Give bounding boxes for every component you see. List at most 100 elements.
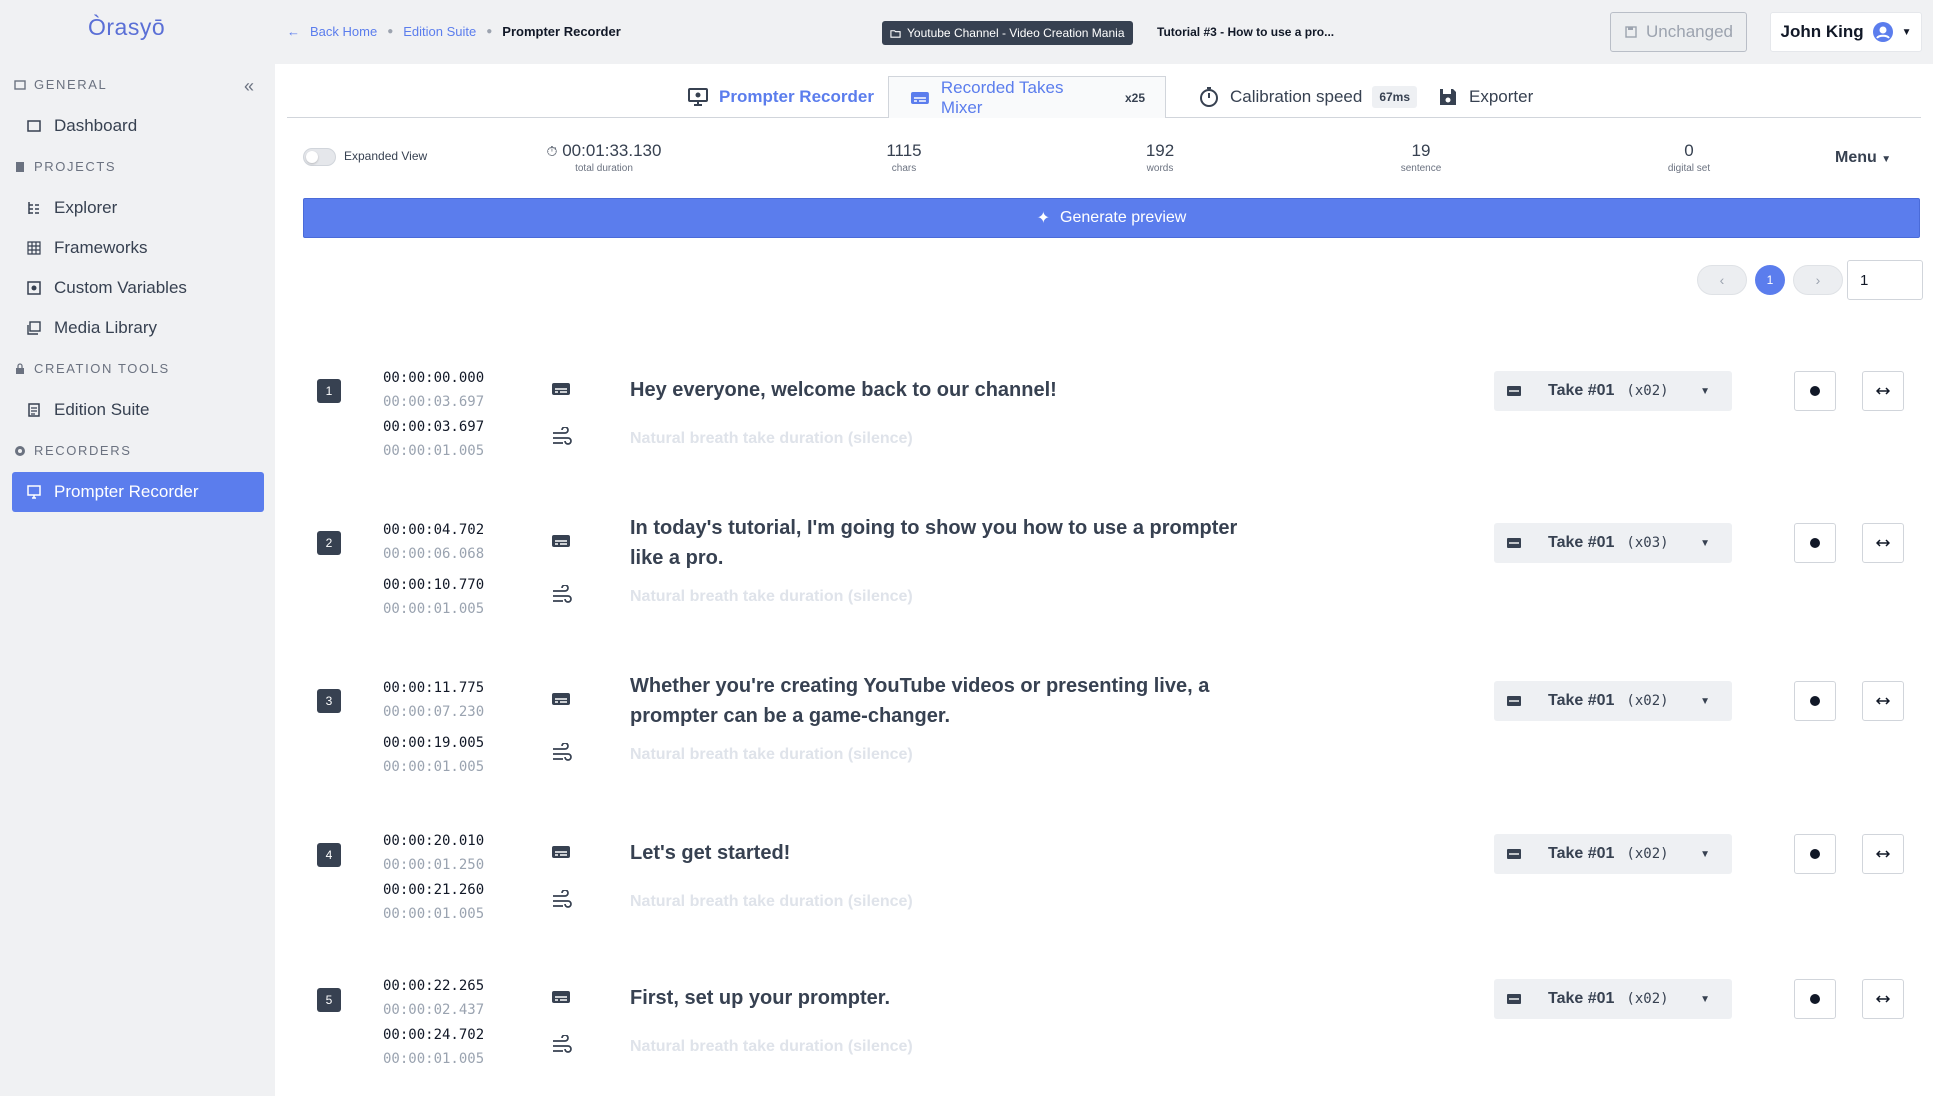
tab-recorded-takes-mixer[interactable]: Recorded Takes Mixer x25	[888, 76, 1166, 118]
take-select[interactable]: Take #01 (x02) ▼	[1494, 371, 1732, 411]
sidebar-item-explorer[interactable]: Explorer	[12, 188, 264, 228]
page-number-input[interactable]: 1	[1847, 260, 1923, 300]
takes-icon	[1507, 386, 1521, 396]
pause-duration-time: 00:00:01.005	[383, 443, 485, 459]
file-icon	[16, 161, 24, 172]
caret-down-icon: ▼	[1700, 537, 1710, 549]
grid-icon	[27, 241, 41, 255]
section-recorders: RECORDERS	[14, 443, 131, 458]
sidebar-item-custom-variables[interactable]: Custom Variables	[12, 268, 264, 308]
start-time: 00:00:22.265	[383, 978, 485, 994]
section-creation-tools: CREATION TOOLS	[14, 361, 170, 376]
breadcrumb-current: Prompter Recorder	[502, 24, 621, 39]
pagination-prev[interactable]: ‹	[1697, 265, 1747, 295]
pause-start-time: 00:00:24.702	[383, 1027, 485, 1043]
breadcrumb-back-arrow-icon[interactable]: ←	[287, 24, 300, 39]
record-button[interactable]	[1794, 979, 1836, 1019]
user-menu-button[interactable]: John King ▼	[1770, 12, 1922, 52]
sidebar-item-prompter-recorder[interactable]: Prompter Recorder	[12, 472, 264, 512]
take-select[interactable]: Take #01 (x02) ▼	[1494, 834, 1732, 874]
pause-start-time: 00:00:21.260	[383, 882, 485, 898]
pagination-current-page[interactable]: 1	[1755, 265, 1785, 295]
tab-exporter[interactable]: Exporter	[1417, 76, 1553, 118]
split-icon	[1876, 539, 1890, 547]
script-line[interactable]: Let's get started!	[630, 838, 1270, 868]
takes-icon	[1507, 538, 1521, 548]
window-icon	[14, 79, 26, 90]
script-line[interactable]: Hey everyone, welcome back to our channe…	[630, 375, 1270, 405]
breadcrumb-separator: ●	[387, 26, 394, 37]
tab-prompter-recorder[interactable]: Prompter Recorder	[667, 76, 894, 118]
wind-icon	[553, 427, 572, 445]
script-line[interactable]: Whether you're creating YouTube videos o…	[630, 671, 1270, 731]
pause-start-time: 00:00:03.697	[383, 419, 485, 435]
split-button[interactable]	[1862, 979, 1904, 1019]
take-select[interactable]: Take #01 (x02) ▼	[1494, 979, 1732, 1019]
takes-icon	[910, 91, 929, 104]
tab-bar: Prompter Recorder Recorded Takes Mixer x…	[287, 76, 1921, 118]
breadcrumb-edition-suite[interactable]: Edition Suite	[403, 24, 476, 39]
stopwatch-icon	[1200, 87, 1218, 107]
split-button[interactable]	[1862, 371, 1904, 411]
sidebar-item-edition-suite[interactable]: Edition Suite	[12, 390, 264, 430]
unchanged-button[interactable]: Unchanged	[1610, 12, 1747, 52]
record-button[interactable]	[1794, 834, 1836, 874]
silence-label: Natural breath take duration (silence)	[630, 893, 913, 910]
start-time: 00:00:20.010	[383, 833, 485, 849]
start-time: 00:00:04.702	[383, 522, 485, 538]
take-select[interactable]: Take #01 (x03) ▼	[1494, 523, 1732, 563]
record-dot-icon	[1810, 849, 1820, 859]
record-button[interactable]	[1794, 523, 1836, 563]
speech-icon	[552, 383, 570, 395]
breadcrumb: ← Back Home ● Edition Suite ● Prompter R…	[287, 24, 621, 39]
record-button[interactable]	[1794, 371, 1836, 411]
take-select[interactable]: Take #01 (x02) ▼	[1494, 681, 1732, 721]
pause-duration-time: 00:00:01.005	[383, 1051, 485, 1067]
takes-icon	[1507, 849, 1521, 859]
script-line[interactable]: First, set up your prompter.	[630, 983, 1270, 1013]
caret-down-icon: ▼	[1700, 385, 1710, 397]
script-line[interactable]: In today's tutorial, I'm going to show y…	[630, 513, 1270, 573]
collapse-sidebar-icon[interactable]: «	[244, 76, 254, 97]
pause-duration-time: 00:00:01.005	[383, 759, 485, 775]
tab-calibration-speed[interactable]: Calibration speed 67ms	[1178, 76, 1437, 118]
monitor-icon	[27, 485, 41, 499]
stat-chars: 1115 chars	[886, 141, 922, 174]
menu-dropdown[interactable]: Menu ▼	[1835, 149, 1891, 167]
generate-preview-button[interactable]: ✦ Generate preview	[303, 198, 1920, 238]
duration-time: 00:00:03.697	[383, 394, 485, 410]
row-number: 4	[317, 843, 341, 867]
split-icon	[1876, 387, 1890, 395]
speech-icon	[552, 535, 570, 547]
explorer-icon	[28, 202, 39, 214]
expanded-view-toggle[interactable]	[303, 148, 336, 166]
silence-label: Natural breath take duration (silence)	[630, 1038, 913, 1055]
duration-time: 00:00:06.068	[383, 546, 485, 562]
record-dot-icon	[1810, 994, 1820, 1004]
takes-icon	[1507, 696, 1521, 706]
speech-icon	[552, 693, 570, 705]
pause-duration-time: 00:00:01.005	[383, 906, 485, 922]
record-button[interactable]	[1794, 681, 1836, 721]
sidebar-item-media-library[interactable]: Media Library	[12, 308, 264, 348]
section-general: GENERAL	[14, 77, 107, 92]
channel-badge[interactable]: Youtube Channel - Video Creation Mania	[882, 21, 1133, 45]
save-icon	[1625, 26, 1637, 38]
take-row: 3 00:00:11.775 00:00:07.230 00:00:19.005…	[303, 671, 1923, 775]
split-button[interactable]	[1862, 523, 1904, 563]
start-time: 00:00:11.775	[383, 680, 485, 696]
split-icon	[1876, 850, 1890, 858]
sidebar-item-frameworks[interactable]: Frameworks	[12, 228, 264, 268]
silence-label: Natural breath take duration (silence)	[630, 588, 913, 605]
row-number: 3	[317, 689, 341, 713]
split-button[interactable]	[1862, 681, 1904, 721]
take-row: 5 00:00:22.265 00:00:02.437 00:00:24.702…	[303, 976, 1923, 1076]
silence-label: Natural breath take duration (silence)	[630, 430, 913, 447]
breadcrumb-back-home[interactable]: Back Home	[310, 24, 377, 39]
stat-total-duration: ⏱ 00:01:33.130 total duration	[546, 141, 662, 174]
sidebar-item-dashboard[interactable]: Dashboard	[12, 106, 264, 146]
split-button[interactable]	[1862, 834, 1904, 874]
pagination-next[interactable]: ›	[1793, 265, 1843, 295]
top-bar: ← Back Home ● Edition Suite ● Prompter R…	[275, 0, 1933, 64]
duration-time: 00:00:01.250	[383, 857, 485, 873]
